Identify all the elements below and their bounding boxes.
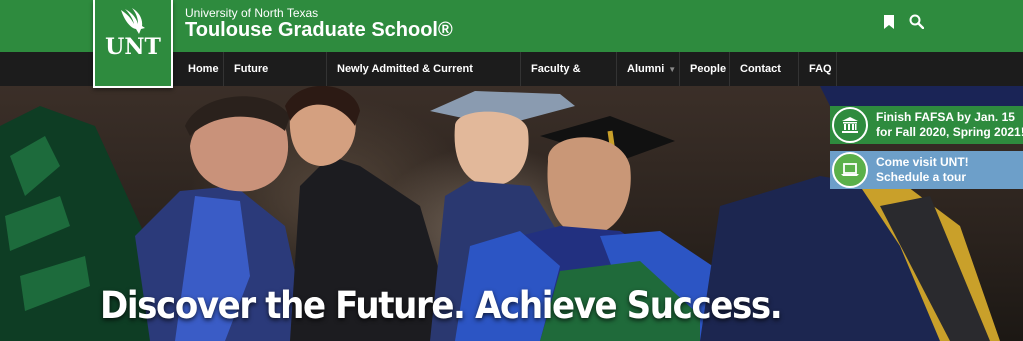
hero-headline: Discover the Future. Achieve Success. [100,284,783,327]
nav-item-home[interactable]: Home [178,52,224,86]
nav-item-alumni[interactable]: Alumni ▼ [617,52,680,86]
promo-icon-circle [832,107,868,143]
university-name[interactable]: University of North Texas [185,6,318,20]
promo-fafsa-line1: Finish FAFSA by Jan. 15 [876,110,1015,124]
search-icon[interactable] [909,14,924,29]
bank-icon [842,117,858,133]
nav-item-faq[interactable]: FAQ [799,52,837,86]
nav-item-people[interactable]: People [680,52,730,86]
nav-label-faq: FAQ [809,63,832,75]
nav-label-home: Home [188,63,219,75]
promo-fafsa-line2: for Fall 2020, Spring 2021! [876,125,1023,139]
promo-fafsa-button[interactable]: Finish FAFSA by Jan. 15 for Fall 2020, S… [830,106,1023,144]
unt-logo[interactable]: UNT [93,0,173,88]
chevron-down-icon: ▼ [668,65,677,74]
eagle-logo-icon [121,8,145,34]
promo-visit-line1: Come visit UNT! [876,155,969,169]
bookmark-icon[interactable] [883,15,895,29]
logo-wordmark: UNT [105,34,161,60]
laptop-icon [841,163,859,176]
nav-item-faculty-staff[interactable]: Faculty & Staff▼ [521,52,617,109]
promo-icon-circle [832,152,868,188]
nav-item-future-students[interactable]: Future Students▼ [224,52,327,109]
nav-item-contact-us[interactable]: Contact Us [730,52,799,109]
promo-visit-button[interactable]: Come visit UNT! Schedule a tour [830,151,1023,189]
school-name[interactable]: Toulouse Graduate School® [185,19,453,42]
promo-visit-line2: Schedule a tour [876,170,967,184]
nav-label-alumni: Alumni [627,63,665,75]
nav-label-people: People [690,63,727,75]
nav-item-newly-admitted-current[interactable]: Newly Admitted & Current Students▼ [327,52,521,109]
